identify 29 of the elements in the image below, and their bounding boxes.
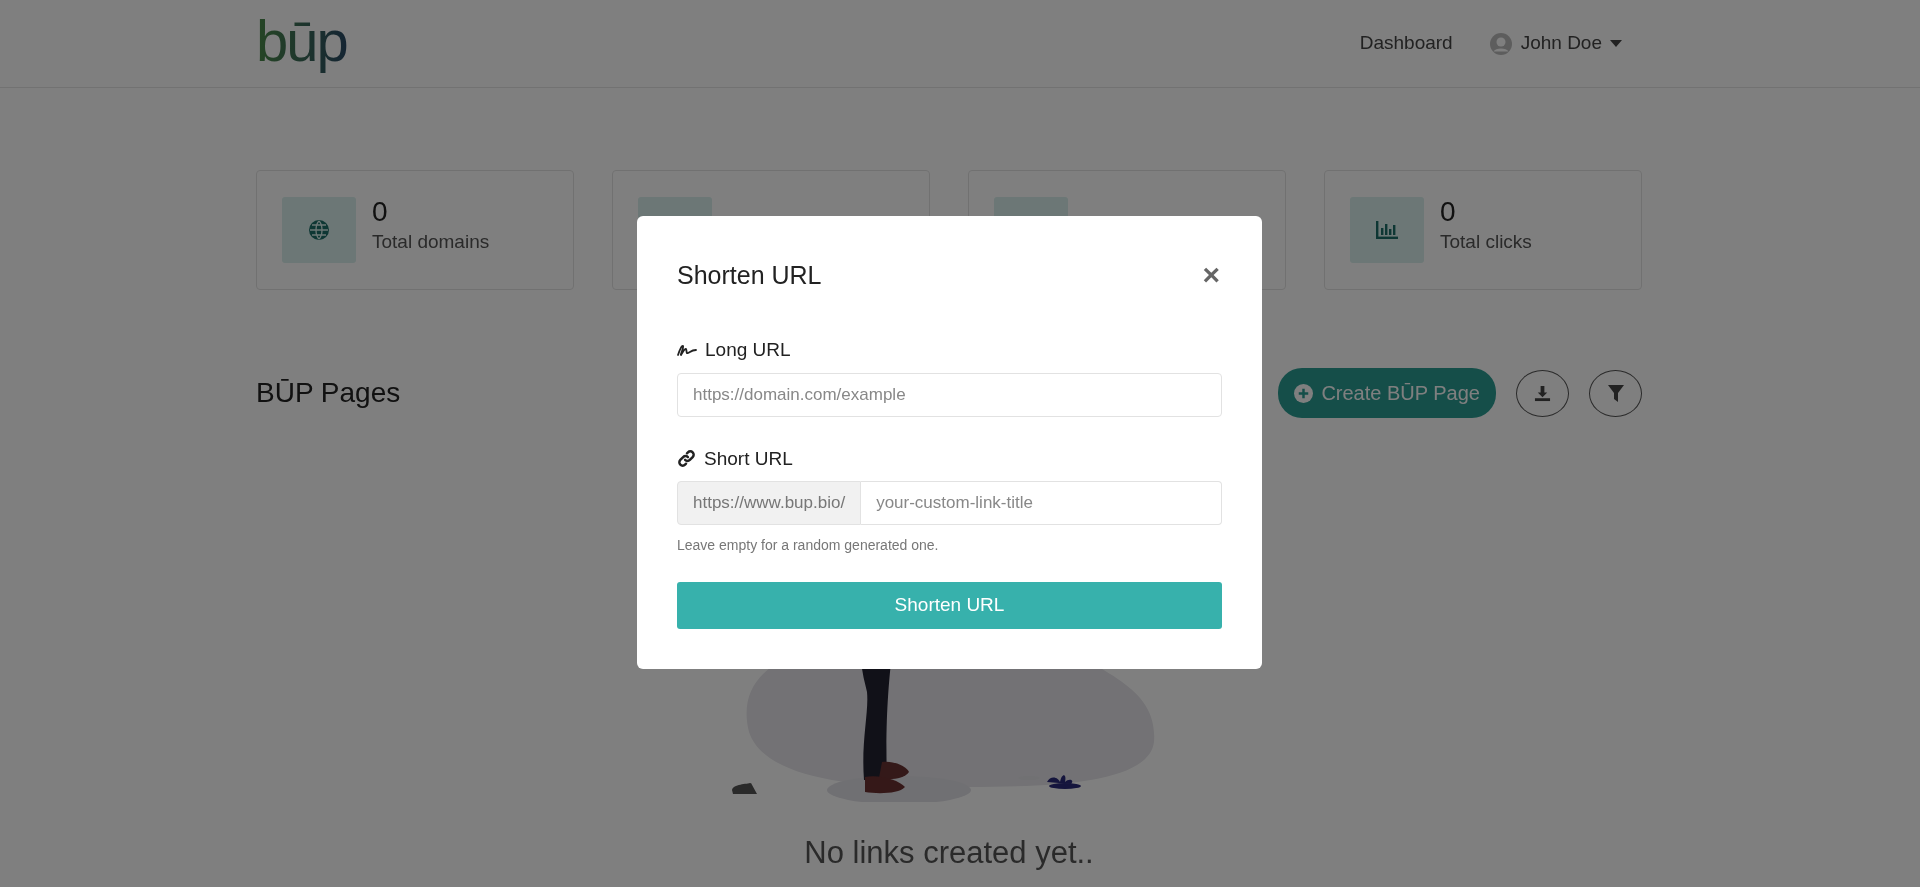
modal-title: Shorten URL <box>677 260 822 290</box>
link-icon <box>677 449 696 469</box>
url-prefix: https://www.bup.bio/ <box>677 481 862 525</box>
help-text: Leave empty for a random generated one. <box>677 536 940 555</box>
nav-link[interactable]: Dashboard <box>1359 29 1453 58</box>
stat-label: Total domains <box>372 229 490 254</box>
download-icon <box>1534 384 1551 402</box>
long-url-field[interactable]: https://domain.com/example <box>677 372 1222 417</box>
download-button[interactable] <box>1516 369 1569 417</box>
close-button[interactable]: × <box>1200 260 1222 290</box>
bar-chart-icon <box>1375 220 1399 240</box>
avatar-icon <box>1488 31 1513 56</box>
shorten-button[interactable]: Shorten URL <box>677 582 1222 629</box>
plus-circle-icon <box>1294 383 1314 403</box>
field-label: Short URL <box>704 446 793 471</box>
filter-button[interactable] <box>1589 369 1642 417</box>
filter-icon <box>1607 384 1624 402</box>
create-page-button[interactable]: Create BŪP Page <box>1278 368 1496 418</box>
user-menu[interactable]: John Doe <box>1520 29 1602 58</box>
short-url-field[interactable]: your-custom-link-title <box>861 481 1222 525</box>
globe-icon <box>308 219 330 241</box>
stat-label: Total clicks <box>1440 229 1532 254</box>
empty-state-message: No links created yet.. <box>804 834 1094 872</box>
field-label: Long URL <box>705 338 791 362</box>
stat-value: 0 <box>1440 197 1457 228</box>
signature-icon <box>677 343 697 358</box>
caret-icon <box>1610 40 1622 47</box>
section-title: BŪP Pages <box>256 376 401 410</box>
stat-value: 0 <box>372 197 389 228</box>
